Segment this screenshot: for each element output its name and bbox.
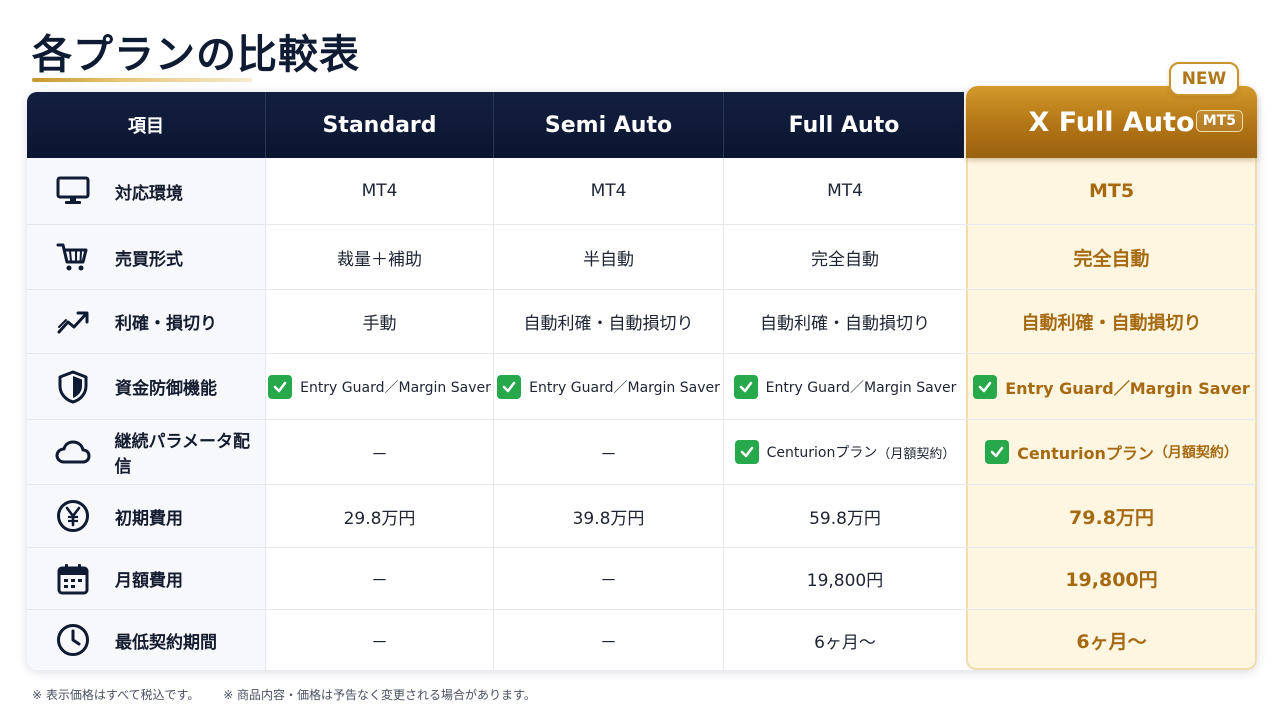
- cell-standard: －: [266, 548, 494, 609]
- cell-full-auto: 6ヶ月～: [814, 632, 876, 653]
- row-label-text: 月額費用: [115, 571, 183, 591]
- cell-x-full-auto: Centurionプラン （月額契約）: [966, 420, 1257, 484]
- table-row: 対応環境 MT4 MT4 MT4 MT5: [27, 158, 1257, 224]
- cell-paren: （月額契約）: [877, 446, 956, 462]
- new-badge: NEW: [1169, 62, 1239, 96]
- table-row: 最低契約期間 － － 6ヶ月～ 6ヶ月～: [27, 609, 1257, 670]
- row-label-text: 売買形式: [115, 249, 183, 270]
- check-icon: [733, 374, 758, 399]
- comparison-table: 項目 Standard Semi Auto Full Auto X Full A…: [27, 86, 1257, 670]
- header-semi-auto: Semi Auto: [494, 92, 724, 158]
- cell-text: Entry Guard／Margin Saver: [1005, 378, 1250, 398]
- row-label: 最低契約期間: [27, 610, 266, 670]
- cell-x-full-auto: 自動利確・自動損切り: [1021, 312, 1202, 334]
- footnotes: ※ 表示価格はすべて税込です。 ※ 商品内容・価格は予告なく変更される場合があり…: [32, 686, 556, 703]
- title-underline: [32, 78, 252, 82]
- row-label: 初期費用: [27, 485, 266, 547]
- row-label-text: 利確・損切り: [115, 314, 217, 334]
- cell-semi-auto: Entry Guard／Margin Saver: [494, 354, 724, 419]
- cell-full-auto: 19,800円: [806, 571, 884, 591]
- footnote-change: ※ 商品内容・価格は予告なく変更される場合があります。: [223, 688, 536, 702]
- row-label-text: 初期費用: [115, 508, 183, 529]
- cell-standard: 手動: [266, 290, 494, 353]
- table-row: 初期費用 29.8万円 39.8万円 59.8万円 79.8万円: [27, 484, 1257, 547]
- cell-x-full-auto: 79.8万円: [1069, 506, 1154, 529]
- cell-standard: 裁量＋補助: [266, 225, 494, 289]
- row-label-text: 資金防御機能: [115, 379, 217, 399]
- trend-up-icon: [53, 304, 93, 340]
- cell-text: Entry Guard／Margin Saver: [300, 379, 491, 396]
- check-icon: [268, 374, 293, 399]
- row-label: 利確・損切り: [27, 290, 266, 353]
- cell-standard: －: [266, 420, 494, 484]
- header-x-full-auto: X Full Auto MT5: [966, 86, 1257, 158]
- cell-text: Centurionプラン: [766, 445, 878, 461]
- monitor-icon: [53, 173, 93, 209]
- check-icon: [973, 374, 998, 399]
- row-label-text: 継続パラメータ配信: [114, 432, 250, 477]
- cart-icon: [53, 239, 93, 275]
- cell-full-auto: Entry Guard／Margin Saver: [724, 354, 966, 419]
- cell-x-full-auto: MT5: [1088, 180, 1135, 202]
- cell-paren: （月額契約）: [1153, 445, 1238, 461]
- table-row: 資金防御機能 Entry Guard／Margin Saver Entry Gu…: [27, 353, 1257, 419]
- row-label-text: 最低契約期間: [115, 632, 217, 653]
- cell-standard: MT4: [266, 158, 494, 224]
- cell-semi-auto: －: [494, 420, 724, 484]
- cell-x-full-auto: 完全自動: [1073, 247, 1150, 270]
- cell-semi-auto: －: [494, 610, 724, 670]
- table-row: 売買形式 裁量＋補助 半自動 完全自動 完全自動: [27, 224, 1257, 289]
- clock-icon: [53, 622, 93, 658]
- yen-icon: [53, 498, 93, 534]
- cell-full-auto: 完全自動: [811, 249, 879, 270]
- shield-icon: [53, 369, 93, 405]
- cell-semi-auto: 半自動: [494, 225, 724, 289]
- cell-standard: －: [266, 610, 494, 670]
- row-label: 対応環境: [27, 158, 266, 224]
- cell-full-auto: 自動利確・自動損切り: [760, 314, 930, 334]
- row-label: 月額費用: [27, 548, 266, 609]
- cloud-icon: [53, 434, 92, 470]
- cell-x-full-auto: 19,800円: [1065, 569, 1158, 591]
- table-row: 利確・損切り 手動 自動利確・自動損切り 自動利確・自動損切り 自動利確・自動損…: [27, 289, 1257, 353]
- header-full-auto: Full Auto: [724, 92, 964, 158]
- cell-full-auto: Centurionプラン （月額契約）: [724, 420, 966, 484]
- cell-semi-auto: 39.8万円: [494, 485, 724, 547]
- check-icon: [734, 440, 759, 464]
- header-standard: Standard: [266, 92, 494, 158]
- cell-semi-auto: MT4: [494, 158, 724, 224]
- cell-x-full-auto: 6ヶ月～: [1076, 630, 1147, 653]
- calendar-icon: [53, 561, 93, 597]
- row-label: 資金防御機能: [27, 354, 266, 419]
- row-label: 売買形式: [27, 225, 266, 289]
- mt5-badge: MT5: [1195, 110, 1243, 132]
- cell-text: Entry Guard／Margin Saver: [765, 379, 957, 396]
- row-label: 継続パラメータ配信: [27, 420, 266, 484]
- header-x-full-auto-label: X Full Auto: [1028, 106, 1195, 138]
- cell-full-auto: 59.8万円: [809, 508, 881, 529]
- cell-standard: Entry Guard／Margin Saver: [266, 354, 494, 419]
- header-item: 項目: [27, 92, 266, 158]
- cell-x-full-auto: Entry Guard／Margin Saver: [966, 354, 1257, 419]
- cell-semi-auto: －: [494, 548, 724, 609]
- footnote-tax: ※ 表示価格はすべて税込です。: [32, 688, 200, 702]
- table-row: 月額費用 － － 19,800円 19,800円: [27, 547, 1257, 609]
- check-icon: [985, 440, 1010, 464]
- row-label-text: 対応環境: [115, 183, 183, 204]
- cell-semi-auto: 自動利確・自動損切り: [494, 290, 724, 353]
- cell-full-auto: MT4: [827, 181, 863, 201]
- table-row: 継続パラメータ配信 － － Centurionプラン （月額契約） Centur…: [27, 419, 1257, 484]
- cell-text: Entry Guard／Margin Saver: [529, 379, 720, 396]
- cell-standard: 29.8万円: [266, 485, 494, 547]
- page-title: 各プランの比較表: [32, 32, 360, 78]
- check-icon: [497, 374, 522, 399]
- cell-text: Centurionプラン: [1017, 444, 1154, 463]
